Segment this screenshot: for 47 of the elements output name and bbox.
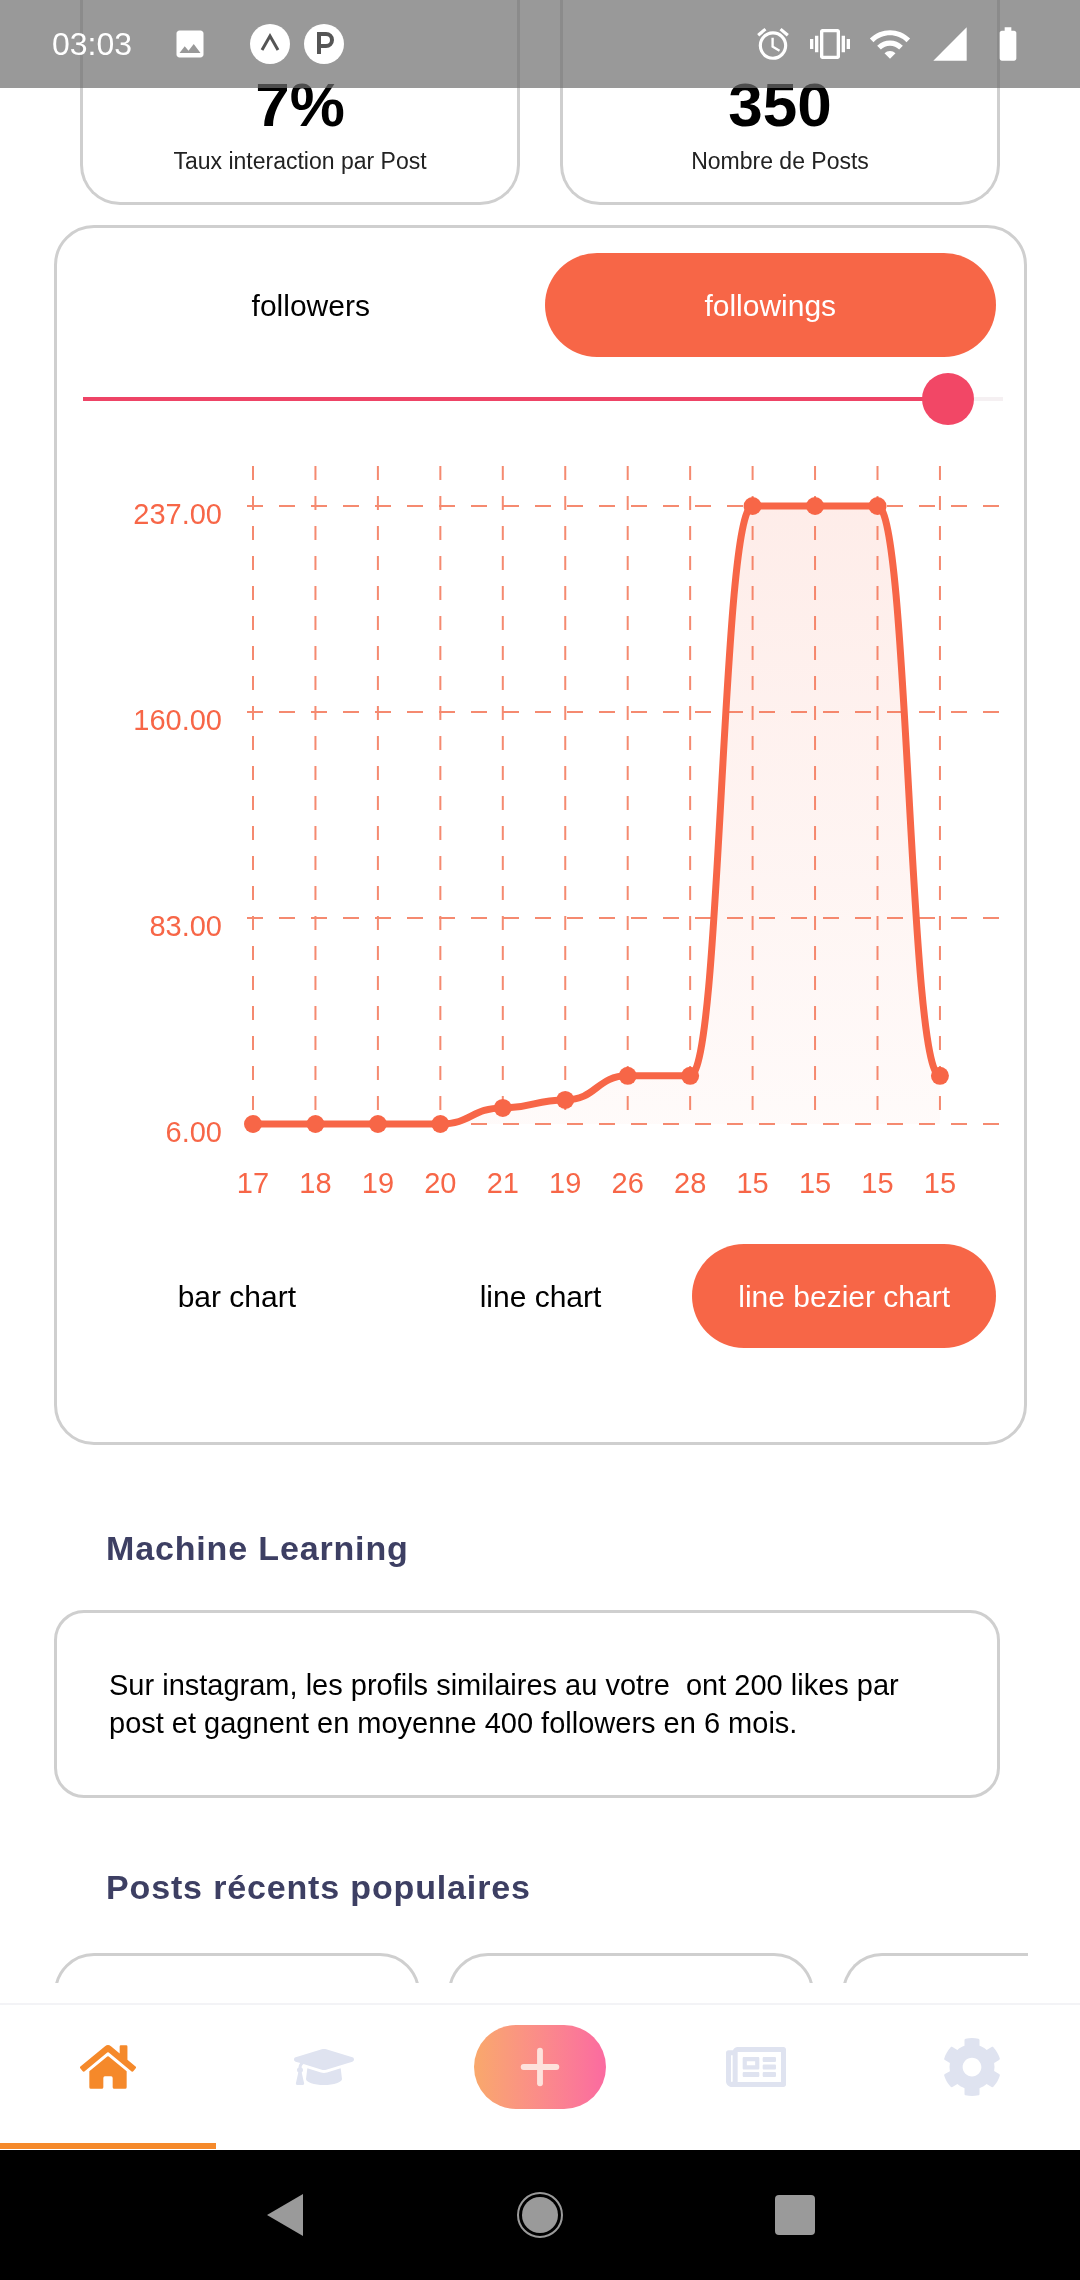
data-point <box>244 1115 262 1133</box>
stat-value: 350 <box>728 73 832 136</box>
chart-type-tab[interactable]: bar chart <box>85 1244 389 1348</box>
back-icon[interactable] <box>265 2192 306 2238</box>
stat-label: Nombre de Posts <box>691 146 869 176</box>
data-point <box>306 1115 325 1133</box>
data-point <box>368 1115 387 1133</box>
data-point <box>743 497 762 515</box>
section-title: Posts récents populaires <box>106 1867 532 1908</box>
status-time: 03:03 <box>52 25 133 64</box>
x-axis-label: 17 <box>236 1167 270 1199</box>
y-axis-label: 160.00 <box>133 704 222 736</box>
x-axis-label: 19 <box>549 1167 582 1199</box>
section-title: Machine Learning <box>106 1528 410 1569</box>
x-axis-label: 15 <box>923 1167 957 1199</box>
stat-value: 7% <box>255 73 345 136</box>
stat-label: Taux interaction par Post <box>173 146 427 176</box>
recents-icon[interactable] <box>774 2195 815 2235</box>
caret-circle-icon <box>250 24 291 64</box>
data-point <box>930 1066 949 1085</box>
data-point <box>868 497 887 515</box>
settings-icon[interactable] <box>942 2037 1002 2097</box>
data-point <box>618 1066 637 1085</box>
y-axis-label: 83.00 <box>149 910 222 942</box>
y-axis-label: 6.00 <box>165 1116 222 1148</box>
slider-thumb[interactable] <box>921 373 974 425</box>
data-point <box>493 1098 512 1117</box>
data-point <box>431 1115 450 1133</box>
signal-icon <box>930 24 970 64</box>
x-axis-label: 15 <box>861 1167 894 1199</box>
parking-icon <box>304 24 345 64</box>
data-point <box>806 497 825 515</box>
x-axis-label: 19 <box>361 1167 395 1199</box>
x-axis-label: 18 <box>299 1167 332 1199</box>
home-button-icon[interactable] <box>516 2191 564 2239</box>
x-axis-label: 15 <box>736 1167 769 1199</box>
x-axis-label: 20 <box>424 1167 457 1199</box>
data-point <box>556 1090 575 1109</box>
x-axis-label: 15 <box>798 1167 832 1199</box>
x-axis-label: 28 <box>674 1167 707 1199</box>
x-axis-label: 26 <box>611 1167 644 1199</box>
insight-text: Sur instagram, les profils similaires au votre ont 200 likes par post et gagnent en moyenne 400 followers en 6 mois. <box>109 1668 900 1741</box>
audience-tab[interactable]: followers <box>85 253 537 357</box>
x-axis-label: 21 <box>486 1167 519 1199</box>
data-point <box>681 1066 700 1085</box>
y-axis-label: 237.00 <box>133 498 222 530</box>
chart-type-tab[interactable]: line chart <box>388 1244 693 1348</box>
